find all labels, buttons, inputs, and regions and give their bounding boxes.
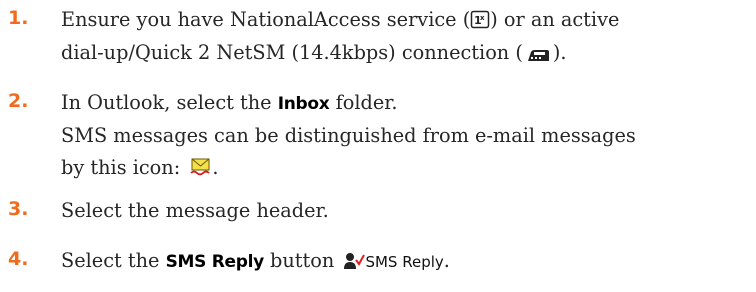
step-number: 1. bbox=[8, 7, 29, 29]
1x-service-icon: 1 x bbox=[470, 7, 490, 40]
step-number: 3. bbox=[8, 198, 29, 220]
sms-envelope-icon bbox=[190, 155, 212, 188]
dialup-connection-icon bbox=[526, 40, 550, 73]
step-text: Select the SMS Reply button SMS Reply. bbox=[61, 245, 756, 278]
step-text: Select the message header. bbox=[61, 199, 329, 222]
sms-reply-icon bbox=[343, 248, 366, 281]
inbox-folder-term: Inbox bbox=[277, 94, 330, 114]
step-note: SMS messages can be distinguished from e… bbox=[61, 123, 636, 147]
step-text: Ensure you have NationalAccess service (… bbox=[61, 4, 756, 69]
step-number: 2. bbox=[8, 90, 29, 112]
step-text: In Outlook, select the Inbox folder. SMS… bbox=[61, 87, 756, 185]
step-number: 4. bbox=[8, 248, 29, 270]
svg-text:x: x bbox=[480, 14, 485, 22]
sms-reply-button-label: SMS Reply bbox=[365, 253, 444, 271]
sms-reply-term: SMS Reply bbox=[165, 252, 265, 272]
